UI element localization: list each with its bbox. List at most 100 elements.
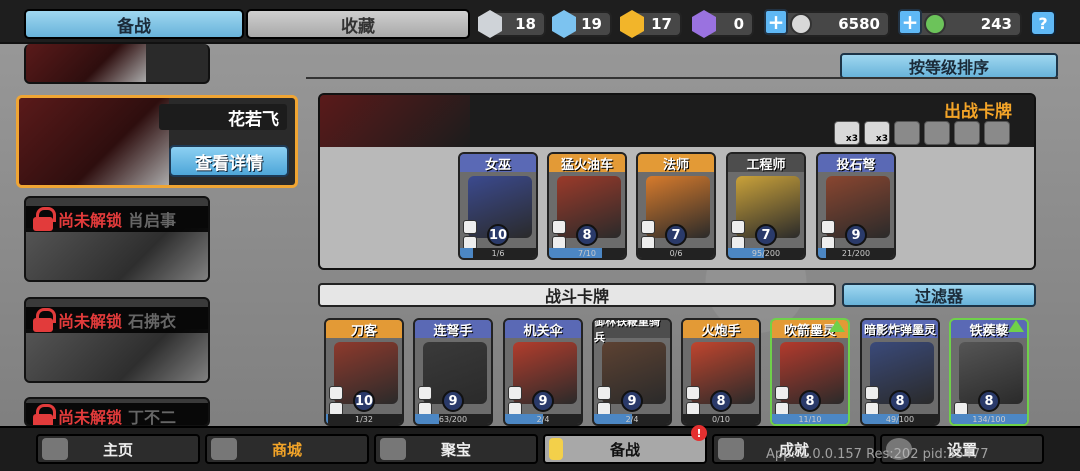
burst-x3-icon[interactable]: x3 bbox=[864, 121, 890, 145]
card-progress: 2/4 bbox=[505, 414, 581, 424]
card-name: 连弩手 bbox=[415, 320, 491, 339]
hero-locked-2[interactable]: 尚未解锁 石拂衣 bbox=[24, 297, 210, 383]
battle-card[interactable]: 御林铁鞭重骑兵 9 2/4 bbox=[592, 318, 672, 426]
helmet-icon[interactable] bbox=[954, 121, 980, 145]
battle-card[interactable]: 机关伞 9 2/4 bbox=[503, 318, 583, 426]
resource-purple-value: 0 bbox=[733, 15, 744, 33]
add-gems-button[interactable]: + bbox=[898, 9, 922, 35]
coin-counter: + 6580 bbox=[764, 9, 890, 37]
tab-collection[interactable]: 收藏 bbox=[246, 9, 470, 39]
gear-icon[interactable] bbox=[924, 121, 950, 145]
resource-silver-value: 18 bbox=[515, 15, 536, 33]
notification-badge: ! bbox=[691, 425, 707, 441]
resource-gold-value: 17 bbox=[651, 15, 672, 33]
progress-text: 1/6 bbox=[491, 248, 505, 258]
deck-card[interactable]: 工程师 7 95/200 bbox=[726, 152, 806, 260]
card-level: 10 bbox=[353, 390, 375, 412]
gear-icon bbox=[552, 220, 566, 234]
view-details-button[interactable]: 查看详情 bbox=[169, 145, 289, 177]
card-level: 9 bbox=[845, 224, 867, 246]
battle-card[interactable]: 吹箭墨灵 8 11/10 bbox=[770, 318, 850, 426]
nav-label: 商城 bbox=[271, 440, 302, 459]
wall-icon[interactable] bbox=[984, 121, 1010, 145]
nav-label: 主页 bbox=[102, 440, 133, 459]
deck-card[interactable]: 猛火油车 8 7/10 bbox=[547, 152, 627, 260]
tab-prepare[interactable]: 备战 bbox=[24, 9, 244, 39]
help-button[interactable]: ? bbox=[1030, 10, 1056, 36]
card-level: 8 bbox=[576, 224, 598, 246]
card-progress: 0/6 bbox=[638, 248, 714, 258]
nav-prepare[interactable]: 备战 bbox=[543, 434, 707, 464]
card-name: 御林铁鞭重骑兵 bbox=[594, 320, 670, 344]
progress-text: 49/100 bbox=[885, 414, 915, 424]
skill-badge: x3 bbox=[845, 134, 858, 144]
battle-card[interactable]: 铁蒺藜 8 134/100 bbox=[949, 318, 1029, 426]
version-text: App: 1.0.0.157 Res:202 pid:35477 bbox=[766, 447, 989, 462]
nav-label: 备战 bbox=[609, 440, 640, 459]
card-level: 7 bbox=[665, 224, 687, 246]
sword-icon bbox=[865, 386, 879, 400]
hero-selected[interactable]: 花若飞 查看详情 bbox=[16, 95, 298, 188]
battle-card[interactable]: 火炮手 8 0/10 bbox=[681, 318, 761, 426]
skull-icon bbox=[463, 220, 477, 234]
progress-text: 7/10 bbox=[578, 248, 596, 258]
locked-hero-name: 丁不二 bbox=[128, 408, 177, 427]
question-icon: ? bbox=[1038, 13, 1048, 33]
coin-value: 6580 bbox=[838, 15, 880, 33]
treasure-icon bbox=[380, 438, 406, 460]
coin-icon bbox=[790, 13, 812, 35]
hero-locked-3[interactable]: 尚未解锁 丁不二 bbox=[24, 397, 210, 427]
upgrade-arrow-icon bbox=[1008, 320, 1024, 332]
sword-icon bbox=[329, 386, 343, 400]
deck-card[interactable]: 法师 7 0/6 bbox=[636, 152, 716, 260]
sort-by-level-button[interactable]: 按等级排序 bbox=[840, 53, 1058, 79]
progress-text: 0/10 bbox=[712, 414, 730, 424]
deck-card[interactable]: 投石弩 9 21/200 bbox=[816, 152, 896, 260]
battle-card[interactable]: 暗影炸弹墨灵 8 49/100 bbox=[860, 318, 940, 426]
card-level: 8 bbox=[799, 390, 821, 412]
card-name: 猛火油车 bbox=[549, 154, 625, 173]
silver-shield-gem-icon bbox=[478, 10, 502, 38]
cannon-icon bbox=[686, 386, 700, 400]
shop-coins-icon bbox=[211, 438, 237, 460]
nav-home[interactable]: 主页 bbox=[36, 434, 200, 464]
add-coins-button[interactable]: + bbox=[764, 9, 788, 35]
purple-shield-gem-icon bbox=[692, 10, 716, 38]
skull-x3-icon[interactable]: x3 bbox=[834, 121, 860, 145]
locked-status: 尚未解锁 bbox=[58, 408, 123, 427]
hero-partial-top[interactable] bbox=[24, 44, 210, 84]
battle-card[interactable]: 连弩手 9 63/200 bbox=[413, 318, 493, 426]
divider bbox=[306, 77, 1058, 79]
gold-shield-gem-icon bbox=[620, 10, 644, 38]
green-gem-icon bbox=[924, 13, 946, 35]
deck-title: 出战卡牌 bbox=[944, 102, 1012, 122]
nav-shop[interactable]: 商城 bbox=[205, 434, 369, 464]
deck-card[interactable]: 女巫 10 1/6 bbox=[458, 152, 538, 260]
nav-treasure[interactable]: 聚宝 bbox=[374, 434, 538, 464]
card-level: 8 bbox=[710, 390, 732, 412]
lock-icon bbox=[32, 308, 56, 332]
progress-text: 0/6 bbox=[669, 248, 683, 258]
achievement-icon bbox=[718, 438, 744, 460]
locked-hero-name: 石拂衣 bbox=[128, 312, 177, 331]
battle-card[interactable]: 刀客 10 1/32 bbox=[324, 318, 404, 426]
card-name: 火炮手 bbox=[683, 320, 759, 339]
hero-portrait bbox=[26, 44, 146, 82]
progress-text: 95/200 bbox=[751, 248, 781, 258]
card-name: 暗影炸弹墨灵 bbox=[862, 320, 938, 338]
card-name: 女巫 bbox=[460, 154, 536, 173]
progress-text: 2/4 bbox=[536, 414, 550, 424]
lock-icon bbox=[32, 207, 56, 231]
filter-button[interactable]: 过滤器 bbox=[842, 283, 1036, 307]
card-level: 7 bbox=[755, 224, 777, 246]
progress-text: 1/32 bbox=[355, 414, 373, 424]
skill-badge: x3 bbox=[875, 134, 888, 144]
hero-locked-1[interactable]: 尚未解锁 肖启事 bbox=[24, 196, 210, 282]
gem-value: 243 bbox=[980, 15, 1012, 33]
card-level: 8 bbox=[978, 390, 1000, 412]
card-name: 法师 bbox=[638, 154, 714, 173]
progress-text: 63/200 bbox=[438, 414, 468, 424]
tank-icon[interactable] bbox=[894, 121, 920, 145]
progress-fill bbox=[818, 248, 826, 258]
hero-portrait-selected bbox=[19, 98, 169, 185]
